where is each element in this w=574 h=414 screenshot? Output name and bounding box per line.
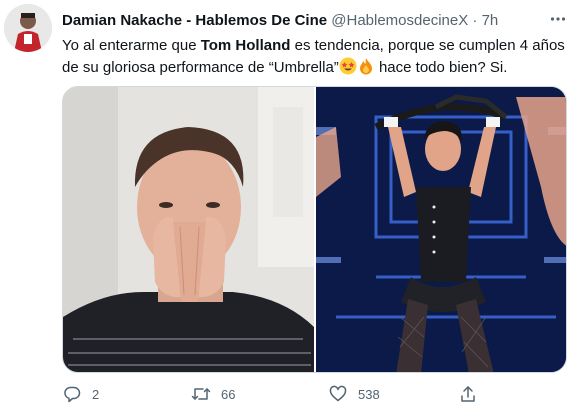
author-handle[interactable]: @HablemosdecineX — [331, 12, 468, 29]
reply-count: 2 — [92, 386, 100, 402]
tweet-text: Yo al enterarme que Tom Holland es tende… — [62, 35, 567, 79]
reply-button[interactable]: 2 — [62, 382, 99, 406]
reply-icon[interactable] — [62, 384, 82, 404]
media-grid[interactable] — [62, 86, 567, 373]
photo-right[interactable] — [316, 87, 566, 372]
retweet-count: 66 — [221, 386, 236, 402]
like-button[interactable]: 538 — [328, 382, 380, 406]
share-icon[interactable] — [458, 384, 478, 404]
like-icon[interactable] — [328, 384, 348, 404]
tweet-text-start: Yo al enterarme que — [62, 37, 201, 54]
more-icon[interactable] — [549, 10, 567, 28]
separator-dot: · — [472, 12, 478, 29]
tweet-text-end: hace todo bien? Si. — [374, 59, 508, 76]
tweet-actions: 2 66 538 — [0, 382, 574, 406]
avatar[interactable] — [4, 4, 52, 52]
retweet-button[interactable]: 66 — [191, 382, 235, 406]
like-count: 538 — [358, 386, 380, 402]
photo-left[interactable] — [63, 87, 314, 372]
tweet-header: Damian Nakache - Hablemos De Cine @Hable… — [62, 11, 498, 31]
star-struck-emoji — [339, 57, 357, 75]
trending-name-mention: Tom Holland — [200, 37, 291, 54]
tweet-timestamp[interactable]: 7h — [482, 12, 499, 29]
fire-emoji — [357, 57, 375, 75]
retweet-icon[interactable] — [191, 384, 211, 404]
author-name[interactable]: Damian Nakache - Hablemos De Cine — [62, 12, 327, 29]
share-button[interactable] — [458, 382, 478, 406]
tweet[interactable]: Damian Nakache - Hablemos De Cine @Hable… — [0, 0, 574, 414]
